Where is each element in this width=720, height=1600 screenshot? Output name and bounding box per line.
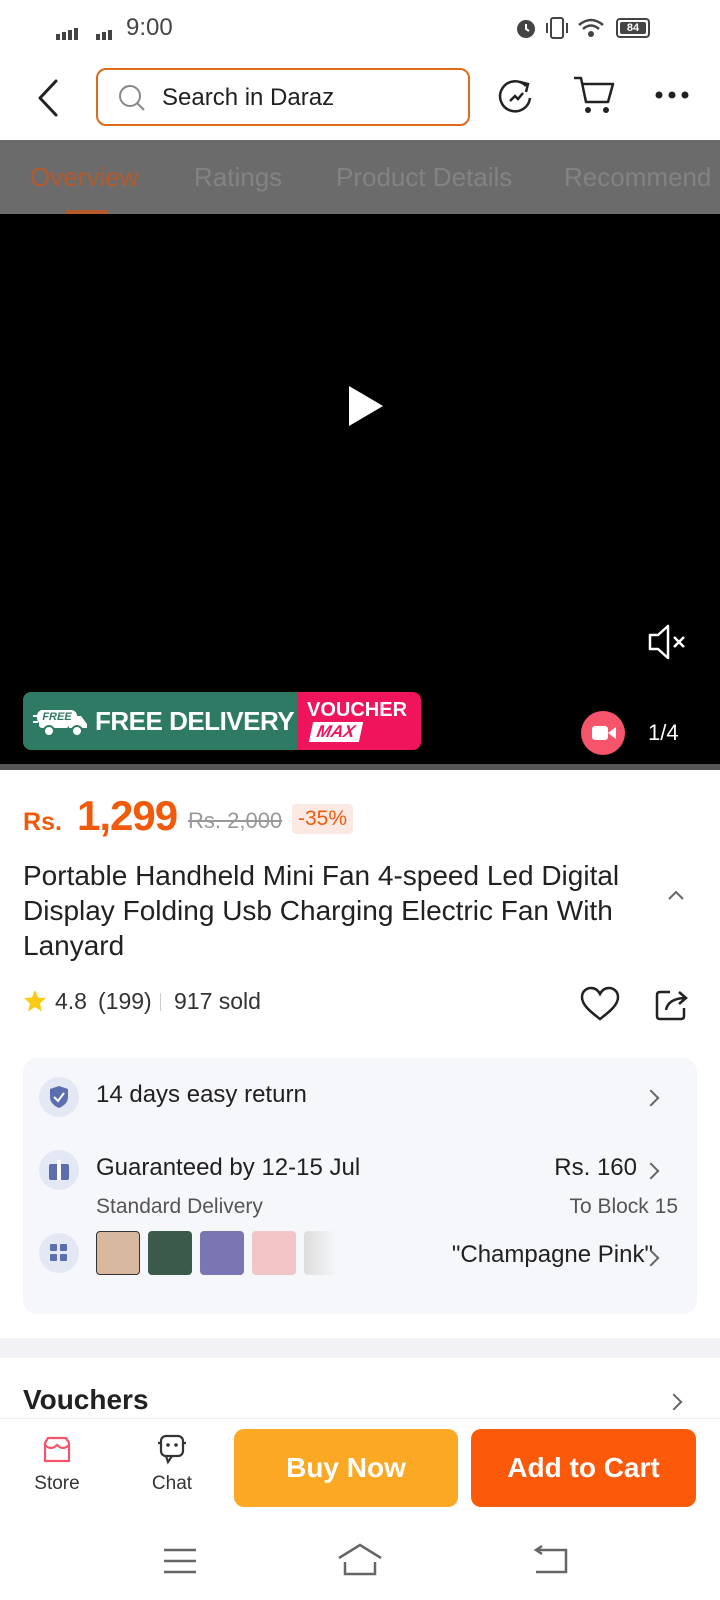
sold-count: 917 sold <box>174 988 261 1014</box>
delivery-guarantee-text[interactable]: Guaranteed by 12-15 Jul <box>96 1154 360 1182</box>
top-bar: Search in Daraz <box>0 56 720 140</box>
variant-thumb[interactable] <box>304 1231 336 1275</box>
wifi-icon <box>578 18 604 37</box>
status-bar: 9:00 84 <box>0 0 720 56</box>
variant-thumbnails[interactable] <box>96 1231 336 1275</box>
free-delivery-label: FREE DELIVERY <box>95 706 295 736</box>
buy-now-button[interactable]: Buy Now <box>234 1429 458 1507</box>
alarm-icon <box>517 20 535 38</box>
add-to-cart-button[interactable]: Add to Cart <box>471 1429 696 1507</box>
voucher-label: VOUCHER <box>307 699 408 721</box>
return-policy-text[interactable]: 14 days easy return <box>96 1081 307 1109</box>
refresh-icon[interactable] <box>496 76 536 116</box>
tab-overview[interactable]: Overview <box>30 162 138 193</box>
vouchers-heading[interactable]: Vouchers <box>23 1384 149 1416</box>
voucher-max-badge: VOUCHER MAX <box>297 692 421 750</box>
home-icon[interactable] <box>336 1542 384 1578</box>
more-icon[interactable] <box>654 90 690 100</box>
back-icon[interactable] <box>34 78 62 118</box>
price-original: Rs. 2,000 <box>188 808 283 833</box>
signal-icon <box>56 28 112 40</box>
cart-icon[interactable] <box>572 74 616 116</box>
free-badge-label: FREE <box>37 710 77 724</box>
price-currency: Rs. <box>23 808 62 836</box>
section-divider <box>0 1338 720 1358</box>
tab-product-details[interactable]: Product Details <box>336 162 512 193</box>
share-icon[interactable] <box>654 986 690 1022</box>
menu-icon[interactable] <box>162 1546 198 1576</box>
section-tabs: Overview Ratings Product Details Recomme… <box>0 140 720 214</box>
play-icon[interactable] <box>346 384 386 428</box>
rating-count: (199) <box>98 988 152 1014</box>
delivery-type-text: Standard Delivery <box>96 1195 263 1218</box>
discount-badge: -35% <box>292 804 354 834</box>
product-video[interactable]: FREE FREE DELIVERY VOUCHER MAX 1/4 <box>0 214 720 770</box>
video-icon[interactable] <box>581 711 625 755</box>
search-icon <box>119 85 145 111</box>
chat-icon[interactable] <box>156 1433 188 1465</box>
bottom-action-bar: Store Chat Buy Now Add to Cart <box>0 1418 720 1528</box>
variant-selected[interactable]: "Champagne Pink" <box>452 1241 653 1269</box>
variant-thumb[interactable] <box>200 1231 244 1275</box>
media-counter: 1/4 <box>648 720 679 745</box>
price-current: 1,299 <box>77 792 178 839</box>
status-time: 9:00 <box>126 14 173 41</box>
search-placeholder: Search in Daraz <box>162 84 335 111</box>
video-progress[interactable] <box>0 764 720 770</box>
star-icon <box>24 990 46 1012</box>
rating-divider <box>160 993 161 1011</box>
rating-value: 4.8 <box>55 988 87 1014</box>
vouchers-chevron-icon[interactable] <box>665 1393 683 1411</box>
chat-label[interactable]: Chat <box>132 1473 212 1495</box>
mute-icon[interactable] <box>646 622 690 662</box>
collapse-icon[interactable] <box>666 888 686 902</box>
delivery-box-icon <box>39 1150 79 1190</box>
store-icon[interactable] <box>42 1435 72 1465</box>
variant-thumb[interactable] <box>252 1231 296 1275</box>
tab-ratings[interactable]: Ratings <box>194 162 282 193</box>
product-title: Portable Handheld Mini Fan 4-speed Led D… <box>23 860 620 961</box>
variant-thumb[interactable] <box>96 1231 140 1275</box>
store-label[interactable]: Store <box>17 1473 97 1495</box>
vibrate-icon <box>546 17 568 39</box>
variant-thumb[interactable] <box>148 1231 192 1275</box>
heart-icon[interactable] <box>580 986 620 1022</box>
delivery-destination: To Block 15 <box>569 1195 678 1218</box>
return-chevron-icon[interactable] <box>642 1089 660 1107</box>
variant-grid-icon <box>39 1233 79 1273</box>
battery-level: 84 <box>620 22 646 34</box>
delivery-chevron-icon[interactable] <box>642 1162 660 1180</box>
system-nav-bar <box>0 1528 720 1600</box>
voucher-max-label: MAX <box>308 722 363 742</box>
battery-icon: 84 <box>616 18 650 38</box>
tab-recommend[interactable]: Recommend <box>564 162 711 193</box>
service-info-card: 14 days easy return Guaranteed by 12-15 … <box>23 1058 697 1314</box>
back-nav-icon[interactable] <box>530 1544 570 1576</box>
return-shield-icon <box>39 1077 79 1117</box>
search-input[interactable]: Search in Daraz <box>96 68 470 126</box>
free-delivery-badge: FREE FREE DELIVERY <box>23 692 297 750</box>
promo-banner: FREE FREE DELIVERY VOUCHER MAX <box>23 692 421 750</box>
delivery-price: Rs. 160 <box>554 1154 637 1181</box>
